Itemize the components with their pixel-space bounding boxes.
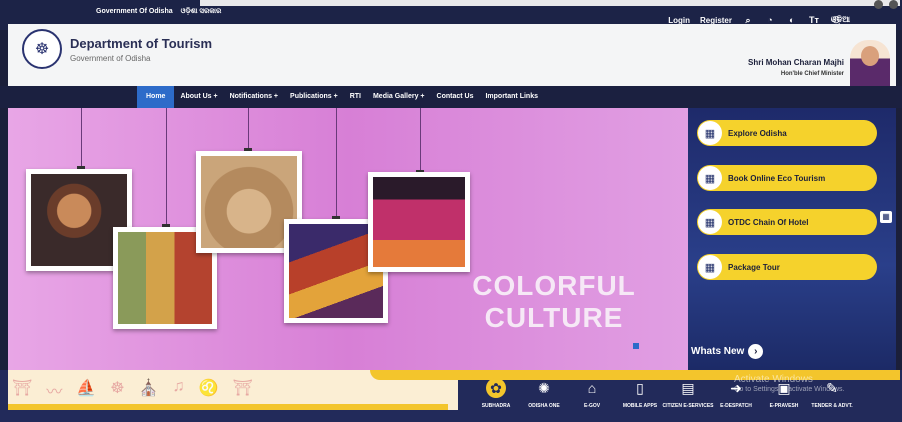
hanging-string	[248, 108, 249, 148]
footer-wave-bottom	[8, 404, 448, 410]
boat-icon: ⛵	[76, 380, 97, 397]
pill-label: Book Online Eco Tourism	[728, 173, 826, 183]
cm-photo	[850, 40, 890, 86]
building-icon: ▦	[698, 255, 722, 279]
hanging-string	[166, 108, 167, 224]
hanging-string	[336, 108, 337, 216]
service-label: CITIZEN E-SERVICES	[662, 403, 714, 409]
site-header: ☸ Department of Tourism Government of Od…	[8, 24, 896, 86]
service-label: ODISHA ONE	[528, 403, 560, 409]
hero-banner[interactable]: COLORFUL CULTURE	[8, 108, 688, 370]
odisha-emblem-icon[interactable]: ☸	[22, 29, 62, 69]
nav-important-links[interactable]: Important Links	[479, 86, 544, 108]
building-icon: ▦	[698, 166, 722, 190]
service-subhadra[interactable]: ✿ SUBHADRA	[474, 378, 518, 409]
service-e-gov[interactable]: ⌂ E-GOV	[570, 378, 614, 409]
gov-label-group: Government Of Odisha ଓଡ଼ିଶା ସରକାର	[96, 8, 221, 16]
odisha-skyline-illustration: ⛩ 〰 ⛵ ☸ ⛪ ♫ ♌ ⛩	[12, 378, 253, 402]
pill-label: Explore Odisha	[728, 128, 787, 138]
temple-icon: ⛩	[232, 380, 253, 397]
calendar-icon[interactable]: ▦	[880, 211, 892, 223]
nav-publications[interactable]: Publications +	[284, 86, 344, 108]
window-dot	[889, 0, 898, 9]
banner-headline: COLORFUL CULTURE	[464, 270, 644, 334]
gov-label: Government Of Odisha	[96, 8, 173, 15]
service-label: MOBILE APPS	[622, 403, 658, 409]
watermark-subtitle: Go to Settings to activate Windows.	[734, 386, 845, 393]
wheel-icon: ☸	[110, 380, 125, 397]
building-icon: ⌂	[587, 380, 597, 396]
whats-new-link[interactable]: Whats New ›	[691, 344, 764, 359]
nav-contact-us[interactable]: Contact Us	[431, 86, 480, 108]
nav-about-us[interactable]: About Us +	[174, 86, 223, 108]
cm-face	[861, 46, 879, 66]
quick-links-panel: ▦ Explore Odisha ▦ Book Online Eco Touri…	[688, 108, 896, 370]
whats-new-label: Whats New	[691, 346, 745, 357]
citizen-icon: ▤	[681, 380, 695, 396]
site-title[interactable]: Department of Tourism	[70, 36, 212, 51]
service-label: SUBHADRA	[481, 403, 511, 409]
site-subtitle: Government of Odisha	[70, 54, 151, 63]
building-icon: ▦	[698, 210, 722, 234]
otdc-hotel-button[interactable]: ▦ OTDC Chain Of Hotel	[697, 209, 877, 235]
cm-name: Shri Mohan Charan Majhi	[747, 58, 844, 67]
banner-line-2: CULTURE	[484, 302, 624, 333]
explore-odisha-button[interactable]: ▦ Explore Odisha	[697, 120, 877, 146]
nav-rti[interactable]: RTI	[344, 86, 367, 108]
book-eco-tourism-button[interactable]: ▦ Book Online Eco Tourism	[697, 165, 877, 191]
hanging-string	[81, 108, 82, 166]
odisha-one-icon: ✺	[538, 380, 550, 396]
nav-media-gallery[interactable]: Media Gallery +	[367, 86, 431, 108]
temple-icon: ⛩	[12, 380, 33, 397]
dancers-icon: ♫	[172, 378, 185, 395]
lion-icon: ♌	[198, 380, 219, 397]
browser-top-line	[200, 0, 900, 6]
watermark-title: Activate Windows	[734, 374, 813, 385]
subhadra-icon: ✿	[486, 378, 506, 398]
service-label: E-GOV	[583, 403, 601, 409]
nav-notifications[interactable]: Notifications +	[224, 86, 284, 108]
activate-windows-watermark: Activate Windows Go to Settings to activ…	[734, 374, 845, 393]
mobile-icon: ▯	[636, 380, 644, 396]
photo-odissi-dancers	[368, 172, 470, 272]
nav-home[interactable]: Home	[137, 86, 175, 108]
service-mobile-apps[interactable]: ▯ MOBILE APPS	[618, 378, 662, 409]
pill-label: OTDC Chain Of Hotel	[728, 217, 809, 227]
hanging-string	[420, 108, 421, 170]
service-label: TENDER & ADVT.	[811, 403, 853, 409]
dolphin-icon: 〰	[46, 384, 63, 401]
slide-indicator[interactable]	[633, 343, 639, 349]
service-label: E-DESPATCH	[720, 403, 752, 409]
banner-line-1: COLORFUL	[472, 270, 636, 301]
gov-label-odia: ଓଡ଼ିଶା ସରକାର	[180, 8, 222, 15]
package-tour-button[interactable]: ▦ Package Tour	[697, 254, 877, 280]
temple-icon: ⛪	[138, 380, 159, 397]
service-odisha-one[interactable]: ✺ ODISHA ONE	[522, 378, 566, 409]
service-citizen-e-services[interactable]: ▤ CITIZEN E-SERVICES	[662, 378, 713, 409]
pill-label: Package Tour	[728, 262, 780, 272]
service-label: E-PRAVESH	[769, 403, 799, 409]
arrow-right-icon: ›	[748, 344, 764, 359]
main-nav: Home About Us + Notifications + Publicat…	[0, 86, 902, 108]
window-dot	[874, 0, 883, 9]
window-controls	[874, 0, 898, 9]
cm-title: Hon'ble Chief Minister	[780, 71, 844, 77]
building-icon: ▦	[698, 121, 722, 145]
